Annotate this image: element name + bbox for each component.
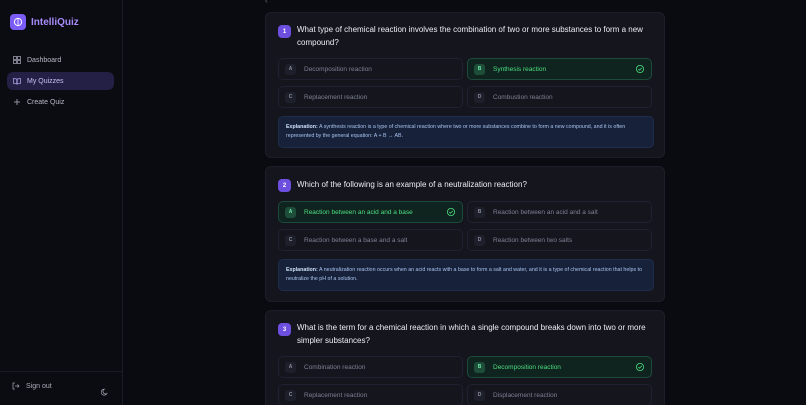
option-letter: A [285,63,296,75]
option-letter: C [285,91,296,103]
option-letter: C [285,234,296,246]
check-circle-icon [635,362,645,372]
option-letter: B [474,63,485,75]
option-b[interactable]: B Synthesis reaction [467,58,652,80]
option-letter: B [474,206,485,218]
brain-icon [10,14,26,30]
option-label: Decomposition reaction [493,363,561,371]
sidebar: IntelliQuiz Dashboard My Quizzes Create … [0,0,123,405]
option-letter: D [474,91,485,103]
question-text: What is the term for a chemical reaction… [297,323,646,345]
option-a[interactable]: A Combination reaction [278,356,463,378]
explanation-label: Explanation: [286,267,318,273]
option-c[interactable]: C Replacement reaction [278,384,463,405]
sidebar-divider [0,371,122,372]
explanation-box: Explanation: A neutralization reaction o… [278,259,654,291]
question-card: 2 Which of the following is an example o… [265,166,665,302]
sidebar-item-label: Create Quiz [27,98,65,106]
option-a[interactable]: A Decomposition reaction [278,58,463,80]
option-label: Synthesis reaction [493,65,547,73]
sidebar-item-my-quizzes[interactable]: My Quizzes [7,72,114,90]
log-out-icon [12,382,20,390]
option-letter: C [285,389,296,401]
question-text: Which of the following is an example of … [297,180,527,189]
option-a[interactable]: A Reaction between an acid and a base [278,201,463,223]
option-label: Decomposition reaction [304,65,372,73]
question-number: 2 [278,179,291,192]
sign-out-button[interactable]: Sign out [12,382,52,390]
option-label: Reaction between an acid and a base [304,208,413,216]
option-c[interactable]: C Reaction between a base and a salt [278,229,463,251]
option-label: Displacement reaction [493,391,558,399]
option-d[interactable]: D Combustion reaction [467,86,652,108]
option-d[interactable]: D Reaction between two salts [467,229,652,251]
option-d[interactable]: D Displacement reaction [467,384,652,405]
explanation-label: Explanation: [286,124,318,130]
question-number: 3 [278,323,291,336]
option-label: Replacement reaction [304,391,368,399]
explanation-box: Explanation: A synthesis reaction is a t… [278,116,654,148]
option-label: Reaction between two salts [493,236,573,244]
sidebar-item-dashboard[interactable]: Dashboard [7,51,114,69]
option-letter: D [474,389,485,401]
question-card: 3 What is the term for a chemical reacti… [265,310,665,405]
moon-icon[interactable] [100,383,109,396]
option-letter: D [474,234,485,246]
plus-icon [13,98,21,106]
back-arrow-icon[interactable]: ‹ [265,0,268,5]
option-label: Combination reaction [304,363,366,371]
option-letter: A [285,206,296,218]
explanation-text: A neutralization reaction occurs when an… [286,267,642,282]
question-number: 1 [278,25,291,38]
sign-out-label: Sign out [26,382,52,390]
question-text: What type of chemical reaction involves … [297,25,643,47]
option-letter: B [474,361,485,373]
option-label: Replacement reaction [304,93,368,101]
check-circle-icon [446,207,456,217]
explanation-text: A synthesis reaction is a type of chemic… [286,124,626,139]
sidebar-item-label: My Quizzes [27,77,64,85]
main-content: ‹ 1 What type of chemical reaction invol… [123,0,806,405]
option-letter: A [285,361,296,373]
app-name: IntelliQuiz [31,16,79,28]
sidebar-item-label: Dashboard [27,56,62,64]
option-b[interactable]: B Reaction between an acid and a salt [467,201,652,223]
check-circle-icon [635,64,645,74]
option-c[interactable]: C Replacement reaction [278,86,463,108]
dashboard-icon [13,56,21,64]
brand[interactable]: IntelliQuiz [10,14,79,30]
sidebar-item-create-quiz[interactable]: Create Quiz [7,93,114,111]
option-label: Combustion reaction [493,93,553,101]
option-label: Reaction between an acid and a salt [493,208,598,216]
book-open-icon [13,77,21,85]
option-label: Reaction between a base and a salt [304,236,408,244]
option-b[interactable]: B Decomposition reaction [467,356,652,378]
question-card: 1 What type of chemical reaction involve… [265,12,665,158]
